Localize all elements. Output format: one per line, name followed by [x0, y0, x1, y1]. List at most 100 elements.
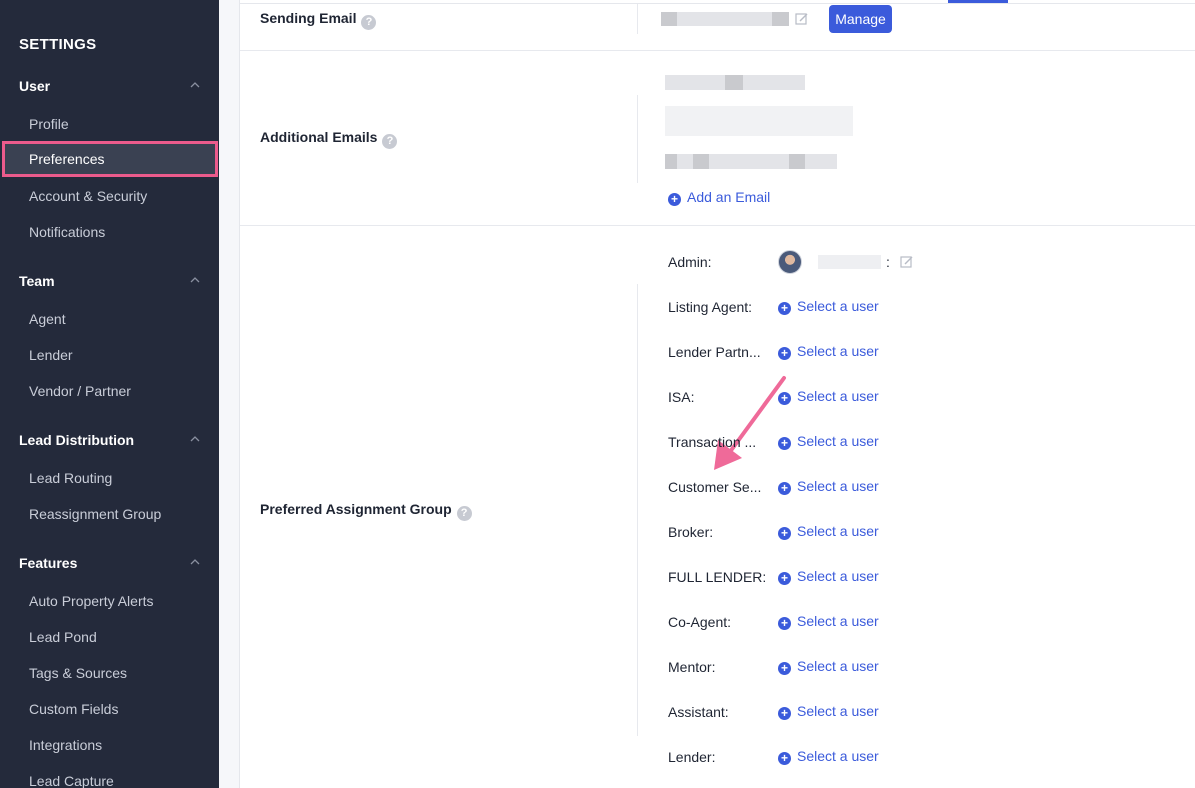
additional-emails-label-text: Additional Emails [260, 129, 378, 145]
sending-email-label-text: Sending Email [260, 10, 357, 26]
plus-circle-icon: + [778, 437, 791, 450]
plus-circle-icon: + [778, 707, 791, 720]
sidebar-item-custom-fields[interactable]: Custom Fields [0, 691, 219, 727]
edit-icon[interactable] [795, 12, 809, 26]
role-label-full-lender: FULL LENDER: [668, 569, 767, 585]
role-label-listing-agent: Listing Agent: [668, 299, 753, 315]
role-label-mentor: Mentor: [668, 659, 716, 675]
sidebar-item-lender[interactable]: Lender [0, 337, 219, 373]
plus-circle-icon: + [778, 752, 791, 765]
admin-name-redacted [818, 255, 881, 269]
sidebar-heading: SETTINGS [19, 36, 97, 53]
additional-email-redacted [665, 154, 837, 169]
additional-email-redacted [665, 106, 853, 136]
add-email-link[interactable]: + Add an Email [668, 189, 770, 206]
sending-email-value-redacted [661, 12, 789, 26]
preferred-assignment-group-label: Preferred Assignment Group? [260, 501, 472, 521]
chevron-up-icon[interactable] [190, 559, 200, 569]
additional-emails-label: Additional Emails? [260, 129, 398, 149]
plus-circle-icon: + [668, 193, 681, 206]
sidebar-item-auto-property-alerts[interactable]: Auto Property Alerts [0, 583, 219, 619]
select-user-link[interactable]: + Select a user [778, 613, 879, 630]
role-label-lender: Lender: [668, 749, 716, 765]
edit-icon[interactable] [900, 255, 914, 269]
redacted-block [661, 12, 677, 26]
redacted-block [772, 12, 789, 26]
select-user-link[interactable]: + Select a user [778, 523, 879, 540]
role-label-customer-service: Customer Se... [668, 479, 762, 495]
sidebar-item-integrations[interactable]: Integrations [0, 727, 219, 763]
sidebar-item-reassignment-group[interactable]: Reassignment Group [0, 496, 219, 532]
avatar [778, 250, 802, 274]
select-user-label: Select a user [797, 298, 879, 314]
role-label-co-agent: Co-Agent: [668, 614, 732, 630]
active-tab-indicator [948, 0, 1008, 3]
select-user-link[interactable]: + Select a user [778, 433, 879, 450]
select-user-label: Select a user [797, 658, 879, 674]
select-user-link[interactable]: + Select a user [778, 703, 879, 720]
plus-circle-icon: + [778, 302, 791, 315]
role-label-lender-partner: Lender Partn... [668, 344, 761, 360]
select-user-link[interactable]: + Select a user [778, 568, 879, 585]
admin-colon: : [886, 254, 890, 270]
sidebar-item-vendor-partner[interactable]: Vendor / Partner [0, 373, 219, 409]
sidebar-item-account-security[interactable]: Account & Security [0, 178, 219, 214]
select-user-label: Select a user [797, 703, 879, 719]
sidebar-item-profile[interactable]: Profile [0, 106, 219, 142]
sidebar-item-tags-sources[interactable]: Tags & Sources [0, 655, 219, 691]
sidebar-item-lead-capture[interactable]: Lead Capture [0, 763, 219, 788]
select-user-label: Select a user [797, 523, 879, 539]
row-divider [240, 225, 1195, 226]
admin-label: Admin: [668, 254, 712, 270]
sidebar-item-lead-pond[interactable]: Lead Pond [0, 619, 219, 655]
select-user-label: Select a user [797, 343, 879, 359]
role-label-broker: Broker: [668, 524, 714, 540]
select-user-link[interactable]: + Select a user [778, 388, 879, 405]
role-label-assistant: Assistant: [668, 704, 729, 720]
chevron-up-icon[interactable] [190, 82, 200, 92]
select-user-link[interactable]: + Select a user [778, 748, 879, 765]
sidebar-item-notifications[interactable]: Notifications [0, 214, 219, 250]
column-divider [637, 95, 638, 183]
chevron-up-icon[interactable] [190, 277, 200, 287]
chevron-up-icon[interactable] [190, 436, 200, 446]
sidebar-section-user[interactable]: User [19, 78, 50, 94]
help-icon[interactable]: ? [456, 506, 472, 521]
content-gutter [219, 0, 240, 788]
plus-circle-icon: + [778, 527, 791, 540]
select-user-label: Select a user [797, 568, 879, 584]
select-user-link[interactable]: + Select a user [778, 658, 879, 675]
select-user-link[interactable]: + Select a user [778, 343, 879, 360]
sidebar-section-features[interactable]: Features [19, 555, 77, 571]
sidebar-section-team[interactable]: Team [19, 273, 55, 289]
role-label-transaction: Transaction ... [668, 434, 757, 450]
sidebar-item-preferences[interactable]: Preferences [2, 141, 218, 177]
sidebar-item-agent[interactable]: Agent [0, 301, 219, 337]
plus-circle-icon: + [778, 572, 791, 585]
sending-email-label: Sending Email? [260, 10, 377, 30]
help-icon[interactable]: ? [361, 15, 377, 30]
row-divider [240, 50, 1195, 51]
sidebar-section-lead-distribution[interactable]: Lead Distribution [19, 432, 134, 448]
plus-circle-icon: + [778, 662, 791, 675]
help-icon[interactable]: ? [382, 134, 398, 149]
preferences-panel: Sending Email? Manage Additional Emails?… [240, 0, 1195, 788]
select-user-link[interactable]: + Select a user [778, 478, 879, 495]
select-user-label: Select a user [797, 613, 879, 629]
settings-sidebar: SETTINGS User Profile Preferences Accoun… [0, 0, 219, 788]
column-divider [637, 4, 638, 34]
redacted-block [665, 154, 677, 169]
plus-circle-icon: + [778, 347, 791, 360]
select-user-label: Select a user [797, 433, 879, 449]
plus-circle-icon: + [778, 617, 791, 630]
redacted-block [789, 154, 805, 169]
select-user-link[interactable]: + Select a user [778, 298, 879, 315]
add-email-label: Add an Email [687, 189, 771, 205]
plus-circle-icon: + [778, 392, 791, 405]
sidebar-item-lead-routing[interactable]: Lead Routing [0, 460, 219, 496]
select-user-label: Select a user [797, 388, 879, 404]
preferred-assignment-group-label-text: Preferred Assignment Group [260, 501, 452, 517]
manage-button[interactable]: Manage [829, 5, 892, 33]
plus-circle-icon: + [778, 482, 791, 495]
role-label-isa: ISA: [668, 389, 695, 405]
